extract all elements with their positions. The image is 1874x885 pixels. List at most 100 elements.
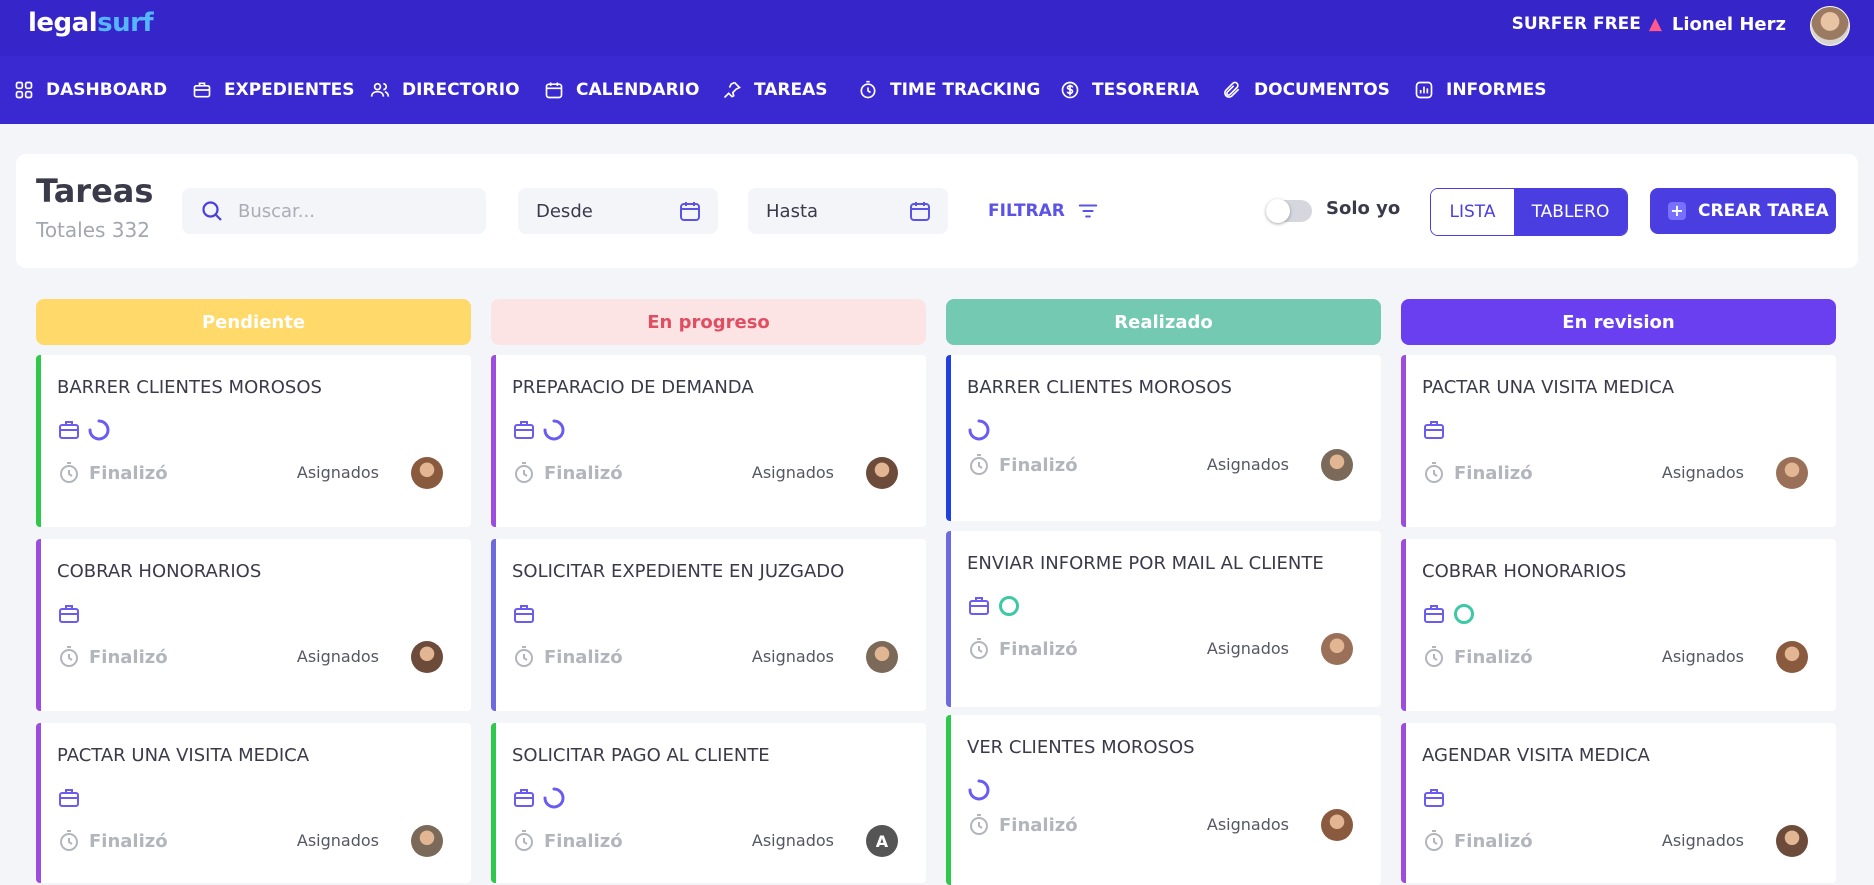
task-card[interactable]: SOLICITAR PAGO AL CLIENTE Finalizó Asignad… xyxy=(491,723,926,883)
task-title[interactable]: AGENDAR VISITA MEDICA xyxy=(1422,745,1650,766)
briefcase-icon[interactable] xyxy=(967,594,997,618)
task-icons xyxy=(512,601,542,627)
task-title[interactable]: COBRAR HONORARIOS xyxy=(57,561,261,582)
task-status: Finalizó xyxy=(57,829,168,853)
nav-dashboard[interactable]: DASHBOARD xyxy=(14,56,167,124)
progress-icon xyxy=(967,418,997,442)
search-box[interactable] xyxy=(182,188,486,234)
calendar-icon[interactable] xyxy=(908,199,932,223)
task-card[interactable]: ENVIAR INFORME POR MAIL AL CLIENTE Finali… xyxy=(946,531,1381,707)
task-title[interactable]: SOLICITAR PAGO AL CLIENTE xyxy=(512,745,770,766)
assignee-avatar[interactable] xyxy=(411,641,443,673)
pin-icon xyxy=(723,81,741,99)
main-nav: DASHBOARD EXPEDIENTES DIRECTORIO CALENDA… xyxy=(0,56,1874,124)
assigned-label: Asignados xyxy=(1206,639,1289,658)
task-title[interactable]: PACTAR UNA VISITA MEDICA xyxy=(57,745,309,766)
task-status: Finalizó xyxy=(967,813,1078,837)
task-icons xyxy=(967,417,997,443)
task-status-label: Finalizó xyxy=(89,830,168,852)
task-card[interactable]: PACTAR UNA VISITA MEDICA Finalizó Asignado… xyxy=(1401,355,1836,527)
nav-label: DASHBOARD xyxy=(46,80,168,100)
progress-icon xyxy=(87,418,117,442)
assignee-avatar[interactable] xyxy=(866,641,898,673)
assigned-label: Asignados xyxy=(1661,647,1744,666)
nav-label: EXPEDIENTES xyxy=(224,80,355,100)
task-icons xyxy=(512,417,572,443)
task-title[interactable]: BARRER CLIENTES MOROSOS xyxy=(57,377,322,398)
task-card[interactable]: BARRER CLIENTES MOROSOS Finalizó Asignados xyxy=(36,355,471,527)
assignee-avatar[interactable]: A xyxy=(866,825,898,857)
task-title[interactable]: ENVIAR INFORME POR MAIL AL CLIENTE xyxy=(967,553,1324,574)
create-task-button[interactable]: + CREAR TAREA xyxy=(1650,188,1836,234)
view-board-button[interactable]: TABLERO xyxy=(1514,189,1627,235)
view-list-button[interactable]: LISTA xyxy=(1431,189,1514,235)
assignee-avatar[interactable] xyxy=(866,457,898,489)
task-status: Finalizó xyxy=(512,461,623,485)
task-status: Finalizó xyxy=(57,645,168,669)
column-header-pendiente: Pendiente xyxy=(36,299,471,345)
user-name[interactable]: Lionel Herz xyxy=(1672,14,1786,35)
ring-icon xyxy=(997,594,1027,618)
solo-yo-toggle[interactable] xyxy=(1266,199,1312,223)
stopwatch-icon xyxy=(1425,830,1443,851)
task-status-label: Finalizó xyxy=(999,814,1078,836)
task-title[interactable]: BARRER CLIENTES MOROSOS xyxy=(967,377,1232,398)
nav-tareas[interactable]: TAREAS xyxy=(722,56,828,124)
task-title[interactable]: PACTAR UNA VISITA MEDICA xyxy=(1422,377,1674,398)
nav-expedientes[interactable]: EXPEDIENTES xyxy=(192,56,355,124)
task-card[interactable]: BARRER CLIENTES MOROSOS Finalizó Asignados xyxy=(946,355,1381,521)
filter-button[interactable]: FILTRAR xyxy=(988,188,1099,234)
assignee-avatar[interactable] xyxy=(1776,641,1808,673)
assignee-avatar[interactable] xyxy=(1776,457,1808,489)
task-title[interactable]: COBRAR HONORARIOS xyxy=(1422,561,1626,582)
nav-informes[interactable]: INFORMES xyxy=(1414,56,1546,124)
task-status-label: Finalizó xyxy=(89,646,168,668)
briefcase-icon[interactable] xyxy=(57,786,87,810)
task-status-label: Finalizó xyxy=(999,638,1078,660)
plan-badge[interactable]: SURFER FREE ▲ xyxy=(1512,14,1662,34)
task-card[interactable]: COBRAR HONORARIOS Finalizó Asignados xyxy=(1401,539,1836,711)
nav-label: INFORMES xyxy=(1446,80,1547,100)
briefcase-icon[interactable] xyxy=(57,602,87,626)
briefcase-icon[interactable] xyxy=(57,418,87,442)
briefcase-icon[interactable] xyxy=(512,418,542,442)
assignee-avatar[interactable] xyxy=(411,457,443,489)
assignee-avatar[interactable] xyxy=(1321,633,1353,665)
search-input[interactable] xyxy=(236,199,470,223)
assignee-avatar[interactable] xyxy=(411,825,443,857)
calendar-icon xyxy=(545,82,563,99)
plan-label: SURFER FREE xyxy=(1511,14,1641,34)
app-logo[interactable]: legalsurf xyxy=(28,8,154,38)
task-title[interactable]: PREPARACIO DE DEMANDA xyxy=(512,377,754,398)
stopwatch-icon xyxy=(970,638,988,659)
nav-tesoreria[interactable]: TESORERIA xyxy=(1060,56,1199,124)
nav-time-tracking[interactable]: TIME TRACKING xyxy=(858,56,1040,124)
calendar-icon[interactable] xyxy=(678,199,702,223)
task-card[interactable]: PREPARACIO DE DEMANDA Finalizó Asignados xyxy=(491,355,926,527)
date-to-field[interactable]: Hasta xyxy=(748,188,948,234)
task-card[interactable]: PACTAR UNA VISITA MEDICA Finalizó Asignado… xyxy=(36,723,471,883)
stopwatch-icon xyxy=(860,80,876,99)
user-avatar[interactable] xyxy=(1810,6,1850,46)
task-status-label: Finalizó xyxy=(89,462,168,484)
task-card[interactable]: COBRAR HONORARIOS Finalizó Asignados xyxy=(36,539,471,711)
task-card[interactable]: SOLICITAR EXPEDIENTE EN JUZGADO Finalizó A… xyxy=(491,539,926,711)
assignee-avatar[interactable] xyxy=(1321,809,1353,841)
nav-calendario[interactable]: CALENDARIO xyxy=(544,56,699,124)
briefcase-icon[interactable] xyxy=(1422,418,1452,442)
task-card[interactable]: AGENDAR VISITA MEDICA Finalizó Asignados xyxy=(1401,723,1836,883)
nav-documentos[interactable]: DOCUMENTOS xyxy=(1222,56,1390,124)
assignee-avatar[interactable] xyxy=(1321,449,1353,481)
briefcase-icon[interactable] xyxy=(512,786,542,810)
briefcase-icon[interactable] xyxy=(1422,602,1452,626)
briefcase-icon[interactable] xyxy=(1422,786,1452,810)
task-card[interactable]: VER CLIENTES MOROSOS Finalizó Asignados xyxy=(946,715,1381,885)
assignee-avatar[interactable] xyxy=(1776,825,1808,857)
briefcase-icon[interactable] xyxy=(512,602,542,626)
page-title: Tareas xyxy=(36,172,154,210)
task-title[interactable]: SOLICITAR EXPEDIENTE EN JUZGADO xyxy=(512,561,844,582)
nav-directorio[interactable]: DIRECTORIO xyxy=(370,56,520,124)
stopwatch-icon xyxy=(60,646,78,667)
task-title[interactable]: VER CLIENTES MOROSOS xyxy=(967,737,1195,758)
date-from-field[interactable]: Desde xyxy=(518,188,718,234)
